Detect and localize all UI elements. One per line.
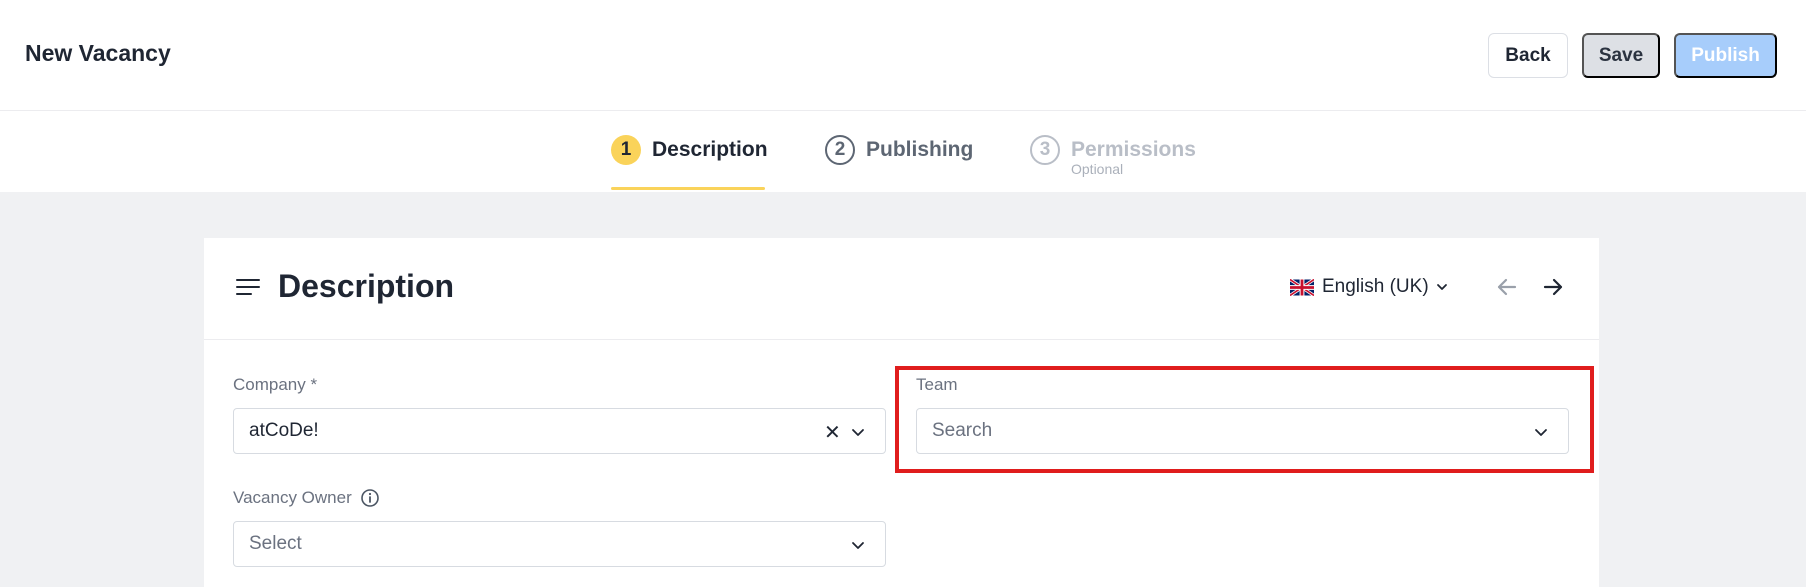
arrow-left-icon[interactable]: [1494, 274, 1520, 300]
active-step-indicator: [611, 187, 765, 190]
vacancy-owner-label: Vacancy Owner: [233, 488, 352, 507]
back-button[interactable]: Back: [1488, 33, 1568, 78]
vacancy-owner-label-group: Vacancy Owner: [233, 488, 380, 508]
chevron-down-icon[interactable]: [849, 423, 867, 441]
language-selector[interactable]: English (UK): [1290, 276, 1449, 298]
step-number-badge: 3: [1030, 135, 1060, 165]
publish-button[interactable]: Publish: [1674, 33, 1777, 78]
card-header: Description English (UK): [204, 238, 1599, 340]
company-value: atCoDe!: [249, 420, 319, 441]
step-label: Publishing: [866, 138, 974, 161]
save-button[interactable]: Save: [1582, 33, 1660, 78]
page-title: New Vacancy: [25, 40, 171, 66]
vacancy-owner-placeholder: Select: [249, 533, 302, 554]
step-number-badge: 1: [611, 135, 641, 165]
company-label: Company *: [233, 375, 318, 394]
uk-flag-icon: [1290, 278, 1314, 296]
step-navigation: 1 Description 2 Publishing 3 Permissions…: [0, 111, 1806, 192]
language-label: English (UK): [1322, 276, 1429, 297]
menu-lines-icon: [236, 279, 260, 299]
arrow-right-icon[interactable]: [1540, 274, 1566, 300]
step-label: Description: [652, 138, 768, 161]
clear-icon[interactable]: ✕: [824, 420, 841, 445]
step-publishing[interactable]: 2 Publishing: [825, 135, 973, 165]
card-title: Description: [278, 268, 455, 304]
vacancy-owner-select[interactable]: Select: [233, 521, 886, 567]
step-number-badge: 2: [825, 135, 855, 165]
step-sublabel: Optional: [1071, 161, 1124, 177]
top-header: New Vacancy Back Save Publish: [0, 0, 1806, 111]
company-select[interactable]: atCoDe! ✕: [233, 408, 886, 454]
highlight-box: [895, 366, 1594, 473]
chevron-down-icon: [1436, 284, 1447, 290]
info-icon[interactable]: [360, 488, 380, 508]
step-permissions[interactable]: 3 Permissions Optional: [1030, 135, 1196, 177]
chevron-down-icon[interactable]: [849, 536, 867, 554]
step-description[interactable]: 1 Description: [611, 135, 768, 165]
